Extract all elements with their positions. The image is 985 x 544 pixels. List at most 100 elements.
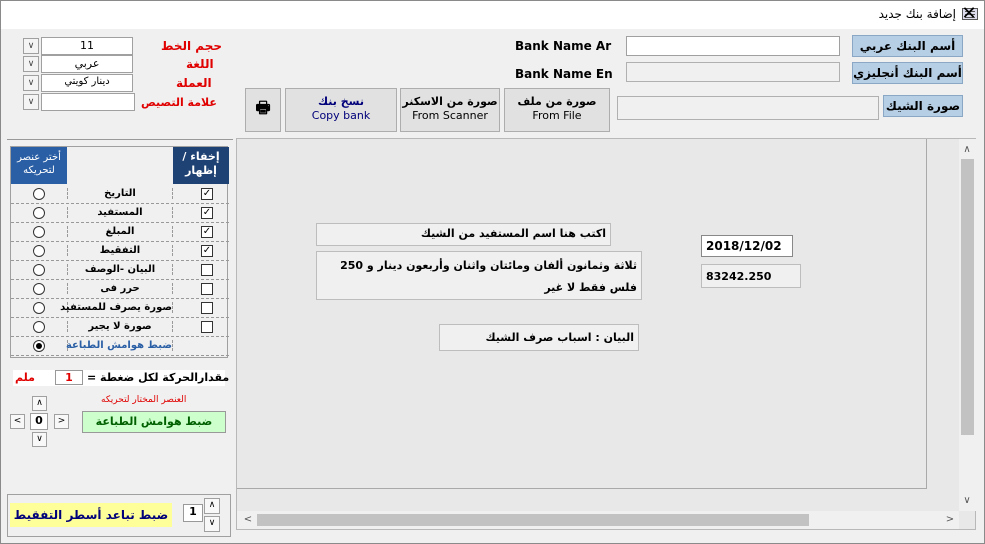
element-label: التاريخ [67,188,173,199]
language-label: اللغة [186,57,214,71]
horizontal-scroll-thumb[interactable] [257,514,809,526]
move-center-value: 0 [30,413,48,430]
line-spacing-panel: ضبط تباعد أسطر التفقيط 1 ∧ ∨ [7,494,231,537]
copy-bank-button[interactable]: نسخ بنك Copy bank [285,88,397,132]
window-title: إضافة بنك جديد [878,7,956,21]
select-element-radio[interactable] [33,226,45,238]
font-size-combo[interactable]: 11 [41,37,133,55]
select-element-radio[interactable] [33,188,45,200]
scroll-down-icon[interactable]: ∨ [959,493,975,509]
from-scanner-label-ar: صورة من الاسكنر [402,95,498,108]
select-element-radio[interactable] [33,321,45,333]
step-input[interactable]: 1 [55,370,83,385]
table-row: المبلغ ✓ [11,223,229,242]
line-spacing-label: ضبط تباعد أسطر التفقيط [10,503,172,527]
select-element-radio[interactable] [33,340,45,352]
close-icon[interactable]: ✕ [959,5,979,23]
select-element-radio[interactable] [33,207,45,219]
chevron-down-icon[interactable]: ∨ [23,75,39,91]
scroll-left-icon[interactable]: < [240,512,256,528]
bank-name-ar-input[interactable] [626,36,840,56]
bank-name-ar-button[interactable]: أسم البنك عربي [852,35,963,57]
line-spacing-down-button[interactable]: ∨ [204,516,220,532]
select-element-radio[interactable] [33,264,45,276]
crossing-label: علامة التصيص [141,96,217,109]
font-size-label: حجم الخط [161,39,223,53]
toggle-visibility-checkbox[interactable] [201,264,213,276]
select-element-radio[interactable] [33,245,45,257]
vertical-scroll-thumb[interactable] [961,159,974,435]
step-row: ملم 1 مقدارالحركة لكل ضغطة = [13,370,229,386]
chevron-down-icon[interactable]: ∨ [23,38,39,54]
amount-field[interactable]: 83242.250 [701,264,801,288]
grid-header-toggle: إخفاء / إظهار [173,147,229,184]
from-file-label-ar: صورة من ملف [517,95,597,108]
crossing-combo[interactable] [41,93,135,111]
currency-combo[interactable]: دينار كويتي [41,74,133,92]
toggle-visibility-checkbox[interactable]: ✓ [201,188,213,200]
memo-field[interactable]: البيان : اسباب صرف الشيك [439,324,639,351]
grid-header-select: أختر عنصر لتحريكه [11,147,67,184]
move-down-button[interactable]: ∨ [32,432,47,447]
table-row: صورة لا يجير [11,318,229,337]
payee-field[interactable]: اكتب هنا اسم المستفيد من الشيك [316,223,611,246]
move-up-button[interactable]: ∧ [32,396,47,411]
scroll-right-icon[interactable]: > [942,512,958,528]
element-label: المبلغ [67,226,173,237]
table-row: المستفيد ✓ [11,204,229,223]
table-row: ضبط هوامش الطباعة [11,337,229,356]
table-row: البيان -الوصف [11,261,229,280]
elements-grid: أختر عنصر لتحريكه إخفاء / إظهار التاريخ ✓… [10,146,229,358]
date-field[interactable]: 2018/12/02 [701,235,793,257]
scroll-up-icon[interactable]: ∧ [959,142,975,158]
line-spacing-input[interactable]: 1 [183,504,203,522]
selected-element-value: ضبط هوامش الطباعة [82,411,226,433]
print-icon[interactable]: 🖶 [245,88,281,132]
print-margin-frame [237,139,927,489]
title-bar: إضافة بنك جديد ✕ [1,1,984,29]
from-file-button[interactable]: صورة من ملف From File [504,88,610,132]
from-file-label-en: From File [532,109,582,122]
element-label: ضبط هوامش الطباعة [65,340,173,351]
step-label: مقدارالحركة لكل ضغطة = [87,371,230,384]
select-element-radio[interactable] [33,302,45,314]
toggle-visibility-checkbox[interactable]: ✓ [201,207,213,219]
move-right-button[interactable]: > [54,414,69,429]
chevron-down-icon[interactable]: ∨ [23,94,39,110]
table-row: التاريخ ✓ [11,185,229,204]
main-window: إضافة بنك جديد ✕ ∨ 11 حجم الخط ∨ عربي ال… [0,0,985,544]
copy-bank-label-ar: نسخ بنك [318,95,364,108]
divider [7,139,233,140]
toggle-visibility-checkbox[interactable]: ✓ [201,226,213,238]
copy-bank-label-en: Copy bank [311,109,371,122]
horizontal-scrollbar[interactable]: < > [237,511,959,529]
from-scanner-label-en: From Scanner [412,109,488,122]
toggle-visibility-checkbox[interactable] [201,321,213,333]
table-row: صورة يصرف للمستفيد [11,299,229,318]
element-label: صورة يصرف للمستفيد [60,302,173,313]
toggle-visibility-checkbox[interactable] [201,283,213,295]
element-label: المستفيد [67,207,173,218]
amount-words-field[interactable]: ثلاثة وثمانون ألفان ومائتان واثنان وأربع… [316,251,642,300]
step-unit: ملم [15,371,35,384]
currency-label: العملة [176,76,212,90]
toggle-visibility-checkbox[interactable] [201,302,213,314]
element-label: صورة لا يجير [67,321,173,332]
table-row: التفقيط ✓ [11,242,229,261]
check-preview-canvas: اكتب هنا اسم المستفيد من الشيك ثلاثة وثم… [236,138,976,530]
check-image-button[interactable]: صورة الشيك [883,95,963,117]
element-label: التفقيط [67,245,173,256]
from-scanner-button[interactable]: صورة من الاسكنر From Scanner [400,88,500,132]
toggle-visibility-checkbox[interactable]: ✓ [201,245,213,257]
table-row: حرر فى [11,280,229,299]
language-combo[interactable]: عربي [41,55,133,73]
bank-name-en-button[interactable]: أسم البنك أنجليزي [852,62,963,84]
line-spacing-up-button[interactable]: ∧ [204,498,220,514]
chevron-down-icon[interactable]: ∨ [23,56,39,72]
selected-element-label: العنصر المختار لتحريكه [101,395,187,405]
move-left-button[interactable]: < [10,414,25,429]
bank-name-en-input[interactable] [626,62,840,82]
vertical-scrollbar[interactable]: ∧ ∨ [959,139,976,511]
check-image-path[interactable] [617,96,879,120]
select-element-radio[interactable] [33,283,45,295]
